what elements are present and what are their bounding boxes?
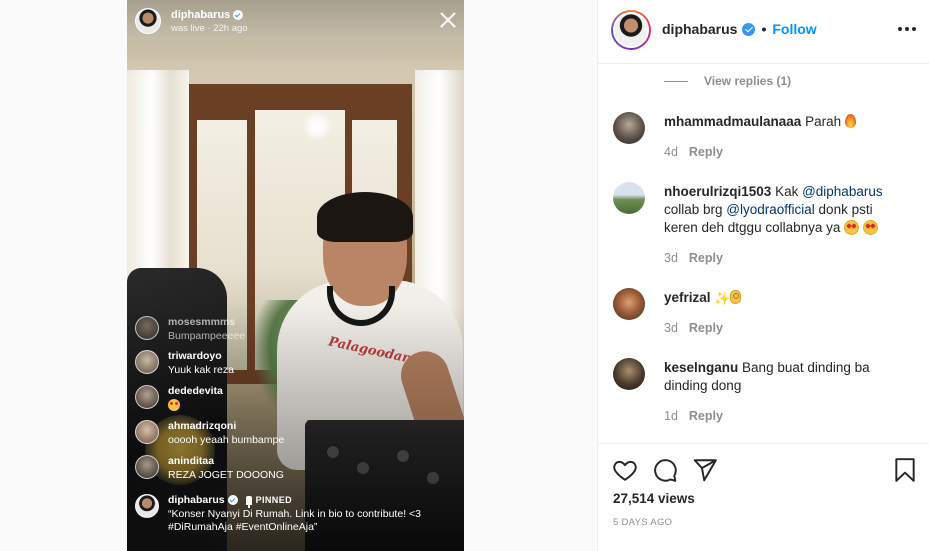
avatar[interactable] [613,288,645,320]
mention-link[interactable]: @lyodraofficial [726,202,815,217]
pinned-comment-text: “Konser Nyanyi Di Rumah. Link in bio to … [168,508,421,533]
live-comment: ahmadrizqoni ooooh yeaah bumbampe [135,420,284,446]
live-comment-user: ahmadrizqoni [168,420,237,432]
comment-username[interactable]: yefrizal [664,290,711,305]
heart-eyes-emoji-icon [862,220,878,235]
avatar[interactable] [613,112,645,144]
avatar [135,316,159,340]
reply-button[interactable]: Reply [689,145,723,159]
comment-username[interactable]: mhammadmaulanaaa [664,114,801,129]
comment-username[interactable]: nhoerulrizqi1503 [664,184,771,199]
comment-username[interactable]: keselnganu [664,360,738,375]
author-username[interactable]: diphabarus [662,21,737,37]
divider [664,80,688,82]
comment-text: nhoerulrizqi1503 Kak @diphabarus collab … [664,184,883,235]
avatar [135,494,159,518]
share-icon[interactable] [692,457,718,483]
heart-eyes-emoji-icon [168,399,180,411]
pinned-comment: diphabarus PINNED “Konser Nyanyi Di Ruma… [135,494,455,534]
post-actions: 27,514 views 5 DAYS AGO [598,443,929,551]
heart-icon[interactable] [612,457,638,483]
live-comment-text: REZA JOGET DOOONG [168,469,284,481]
avatar [135,455,159,479]
live-comment-text: Bumpampeeeee [168,330,246,342]
avatar [135,420,159,444]
live-comment: mosesmmms Bumpampeeeee [135,316,245,342]
verified-badge-icon [227,495,238,505]
separator: • [761,21,767,37]
bookmark-icon[interactable] [892,457,918,483]
reply-button[interactable]: Reply [689,321,723,335]
instagram-post-page: Palagoodan diphabarus was live · 22h [0,0,929,551]
comment-text: mhammadmaulanaaa Parah [664,113,904,131]
comment-icon[interactable] [652,457,678,483]
live-comment: dededevita [135,385,223,414]
heart-eyes-emoji-icon [844,220,860,235]
comment-time: 3d [664,321,678,335]
live-comment-text: ooooh yeaah bumbampe [168,434,285,446]
avatar[interactable] [135,8,161,34]
mention-link[interactable]: @diphabarus [802,184,883,199]
comment-time: 3d [664,251,678,265]
comment-text: yefrizal ✨ [664,289,904,307]
pinned-tag: PINNED [245,495,292,508]
avatar [135,385,159,409]
post-header: diphabarus • Follow [598,0,929,64]
live-comment: aninditaa REZA JOGET DOOONG [135,455,284,481]
live-status: was live · 22h ago [171,22,248,34]
live-comment: triwardoyo Yuuk kak reza [135,350,234,376]
avatar[interactable] [611,10,651,50]
close-icon[interactable] [439,11,457,29]
more-options-icon[interactable] [898,27,916,31]
live-comment-text [168,399,223,414]
live-username[interactable]: diphabarus [171,9,230,21]
view-replies-button[interactable]: View replies (1) [664,74,791,88]
live-comment-text: Yuuk kak reza [168,364,234,376]
pin-icon [245,495,252,508]
comment-text: keselnganu Bang buat dinding ba dinding … [664,360,870,393]
post-date[interactable]: 5 DAYS AGO [613,517,672,528]
post-side-panel: diphabarus • Follow View replies (1) mha… [597,0,929,551]
reply-button[interactable]: Reply [689,251,723,265]
avatar [135,350,159,374]
live-comment-user: mosesmmms [168,316,236,328]
fire-emoji-icon [844,114,856,128]
comment-time: 1d [664,409,678,423]
live-header: diphabarus was live · 22h ago [135,8,248,34]
live-video-player[interactable]: Palagoodan diphabarus was live · 22h [127,0,464,551]
avatar[interactable] [613,358,645,390]
verified-badge-icon [233,9,244,20]
live-comment-user: dededevita [168,385,223,397]
pinned-comment-user: diphabarus [168,494,225,506]
view-count[interactable]: 27,514 views [613,491,695,506]
follow-button[interactable]: Follow [772,21,816,37]
live-comment-user: aninditaa [168,455,215,467]
live-comment-user: triwardoyo [168,350,222,362]
ok-hand-emoji-icon [730,290,742,304]
sparkles-emoji-icon: ✨ [714,292,731,307]
reply-button[interactable]: Reply [689,409,723,423]
avatar[interactable] [613,182,645,214]
verified-badge-icon [742,22,756,36]
comment-time: 4d [664,145,678,159]
